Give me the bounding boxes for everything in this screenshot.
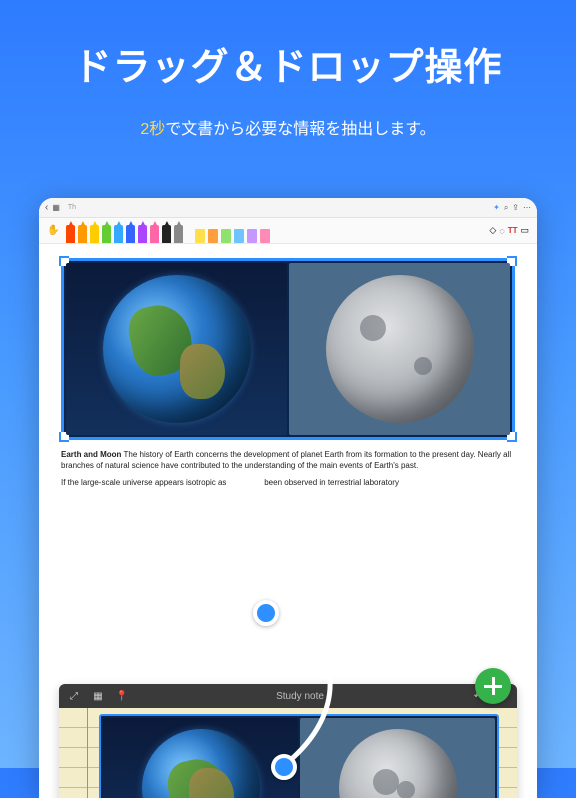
- notes-margin-line: [87, 708, 88, 798]
- doc-paragraph-1: Earth and Moon The history of Earth conc…: [61, 450, 515, 472]
- pen-yellow[interactable]: [90, 225, 99, 243]
- notes-grid-icon[interactable]: ▦: [91, 689, 105, 703]
- shapes-icon[interactable]: ▭: [520, 225, 529, 236]
- pen-green[interactable]: [102, 225, 111, 243]
- pin-icon[interactable]: 📍: [115, 689, 129, 703]
- export-icon[interactable]: ⇪: [512, 203, 519, 212]
- notes-panel[interactable]: ⤢ ▦ 📍 Study note ↶ ✕ the history of eart…: [59, 684, 517, 798]
- search-icon[interactable]: ⌕: [504, 203, 508, 213]
- highlighter-blue[interactable]: [234, 229, 244, 243]
- ai-icon[interactable]: ✦: [493, 203, 500, 212]
- selection-frame[interactable]: [61, 258, 515, 440]
- drag-handle-source[interactable]: [253, 600, 279, 626]
- subtitle-rest: で文書から必要な情報を抽出します。: [165, 121, 435, 138]
- back-icon[interactable]: ‹: [45, 202, 48, 213]
- text-tool-icon[interactable]: TT: [508, 226, 518, 235]
- pen-purple[interactable]: [138, 225, 147, 243]
- tool-hand-icon[interactable]: ✋: [47, 225, 59, 236]
- notes-title: Study note: [139, 691, 461, 702]
- highlighter-green[interactable]: [221, 229, 231, 243]
- pen-cyan[interactable]: [114, 225, 123, 243]
- highlighter-pink[interactable]: [260, 229, 270, 243]
- highlighter-orange[interactable]: [208, 229, 218, 243]
- document-area: Earth and Moon The history of Earth conc…: [39, 244, 537, 502]
- lasso-icon[interactable]: ◌: [499, 226, 504, 236]
- grid-icon[interactable]: ▦: [52, 203, 60, 212]
- doc-paragraph-2: If the large-scale universe appears isot…: [61, 478, 515, 489]
- pen-gray[interactable]: [174, 225, 183, 243]
- menu-icon[interactable]: ⋯: [523, 203, 531, 212]
- hero-title: ドラッグ＆ドロップ操作: [0, 0, 576, 91]
- image-moon: [289, 263, 510, 435]
- tablet-frame: ‹ ▦ Th ✦ ⌕ ⇪ ⋯ ✋ ◇ ◌ TT ▭: [39, 198, 537, 798]
- dropped-image-earth: [103, 718, 298, 798]
- add-badge-icon: [475, 668, 511, 704]
- image-earth: [66, 263, 287, 435]
- hero-subtitle: 2秒で文書から必要な情報を抽出します。: [0, 115, 576, 139]
- pen-red[interactable]: [66, 225, 75, 243]
- pen-blue[interactable]: [126, 225, 135, 243]
- pen-black[interactable]: [162, 225, 171, 243]
- subtitle-accent: 2秒: [140, 121, 165, 138]
- eraser-icon[interactable]: ◇: [489, 225, 496, 236]
- highlighter-purple[interactable]: [247, 229, 257, 243]
- pen-orange[interactable]: [78, 225, 87, 243]
- top-toolbar: ‹ ▦ Th ✦ ⌕ ⇪ ⋯: [39, 198, 537, 218]
- notes-toolbar: ⤢ ▦ 📍 Study note ↶ ✕: [59, 684, 517, 708]
- drop-target-frame[interactable]: [99, 714, 499, 798]
- highlighter-yellow[interactable]: [195, 229, 205, 243]
- toolbar-label: Th: [68, 204, 76, 211]
- pen-pink[interactable]: [150, 225, 159, 243]
- pen-toolbar: ✋ ◇ ◌ TT ▭: [39, 218, 537, 244]
- dropped-image-moon: [300, 718, 495, 798]
- expand-icon[interactable]: ⤢: [67, 689, 81, 703]
- notes-body[interactable]: the history of earth concerns the develo…: [59, 708, 517, 798]
